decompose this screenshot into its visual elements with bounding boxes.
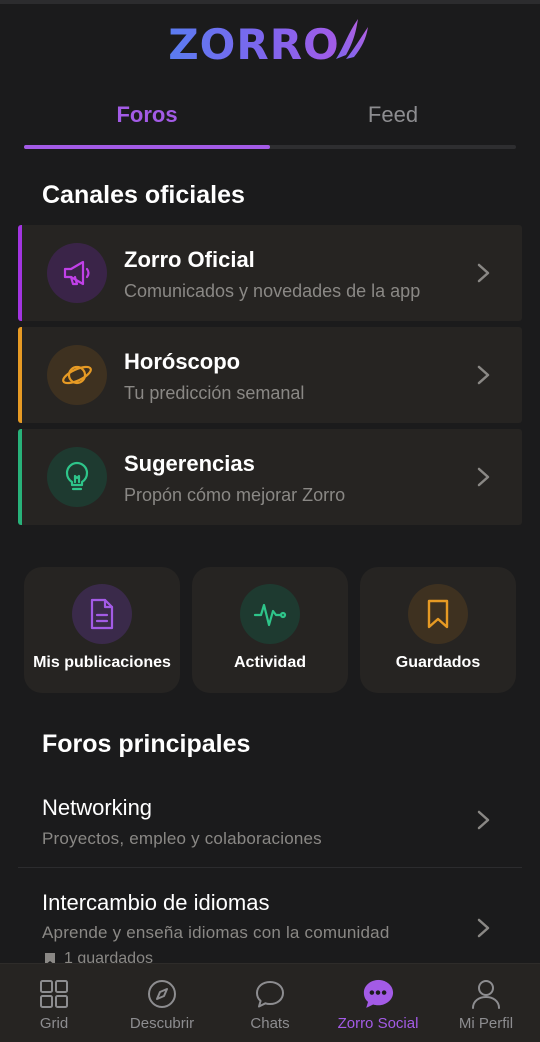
logo-text: ZORRO [168, 19, 340, 69]
chevron-right-icon [477, 467, 490, 487]
channel-horoscopo[interactable]: Horóscopo Tu predicción semanal [18, 327, 522, 423]
nav-label: Mi Perfil [458, 1015, 514, 1032]
nav-label: Grid [39, 1015, 69, 1032]
nav-label: Descubrir [129, 1015, 195, 1032]
nav-label: Zorro Social [337, 1015, 419, 1032]
forum-item-networking[interactable]: Networking Proyectos, empleo y colaborac… [18, 785, 522, 867]
compass-icon [146, 978, 178, 1010]
bookmark-icon [408, 584, 468, 644]
tab-feed[interactable]: Feed [270, 88, 516, 142]
grid-icon [38, 978, 70, 1010]
tab-foros[interactable]: Foros [24, 88, 270, 142]
chevron-right-icon [477, 365, 490, 385]
channel-zorro-oficial[interactable]: Zorro Oficial Comunicados y novedades de… [18, 225, 522, 321]
section-title-official: Canales oficiales [42, 181, 245, 209]
quick-action-guardados[interactable]: Guardados [360, 567, 516, 693]
chevron-right-icon [477, 810, 490, 830]
user-icon [470, 978, 502, 1010]
channel-title: Zorro Oficial [124, 247, 255, 272]
quick-action-mis-publicaciones[interactable]: Mis publicaciones [24, 567, 180, 693]
nav-item-grid[interactable]: Grid [0, 964, 108, 1042]
channel-accent [18, 429, 22, 525]
channel-sugerencias[interactable]: Sugerencias Propón cómo mejorar Zorro [18, 429, 522, 525]
fox-tail-icon [335, 19, 368, 59]
channel-subtitle: Propón cómo mejorar Zorro [124, 485, 346, 505]
channel-title: Sugerencias [124, 451, 255, 476]
nav-label: Chats [250, 1015, 290, 1032]
document-icon [72, 584, 132, 644]
tab-indicator [24, 145, 270, 149]
planet-icon [47, 345, 107, 405]
quick-action-label: Guardados [395, 654, 481, 671]
channel-subtitle: Tu predicción semanal [124, 383, 305, 403]
channel-accent [18, 225, 22, 321]
quick-action-label: Actividad [233, 654, 306, 671]
app-logo: ZORRO [0, 14, 540, 74]
top-edge [0, 0, 540, 4]
forum-subtitle: Proyectos, empleo y colaboraciones [42, 829, 322, 848]
tab-bar: Foros Feed [24, 88, 516, 150]
chevron-right-icon [477, 263, 490, 283]
quick-action-label: Mis publicaciones [33, 654, 171, 671]
section-title-forums: Foros principales [42, 730, 251, 758]
chat-bubble-icon [254, 978, 286, 1010]
activity-icon [240, 584, 300, 644]
megaphone-icon [47, 243, 107, 303]
forum-title: Networking [42, 795, 153, 820]
lightbulb-icon [47, 447, 107, 507]
chevron-right-icon [477, 918, 490, 938]
divider [18, 867, 522, 868]
nav-item-chats[interactable]: Chats [216, 964, 324, 1042]
bottom-nav: Grid Descubrir Chats Zorro Social Mi Per… [0, 963, 540, 1042]
forum-subtitle: Aprende y enseña idiomas con la comunida… [42, 923, 390, 942]
nav-item-mi-perfil[interactable]: Mi Perfil [432, 964, 540, 1042]
channel-subtitle: Comunicados y novedades de la app [124, 281, 421, 301]
nav-item-descubrir[interactable]: Descubrir [108, 964, 216, 1042]
channel-title: Horóscopo [124, 349, 241, 374]
nav-item-zorro-social[interactable]: Zorro Social [324, 964, 432, 1042]
channel-accent [18, 327, 22, 423]
social-dots-icon [362, 978, 394, 1010]
forum-title: Intercambio de idiomas [42, 890, 270, 915]
quick-action-actividad[interactable]: Actividad [192, 567, 348, 693]
